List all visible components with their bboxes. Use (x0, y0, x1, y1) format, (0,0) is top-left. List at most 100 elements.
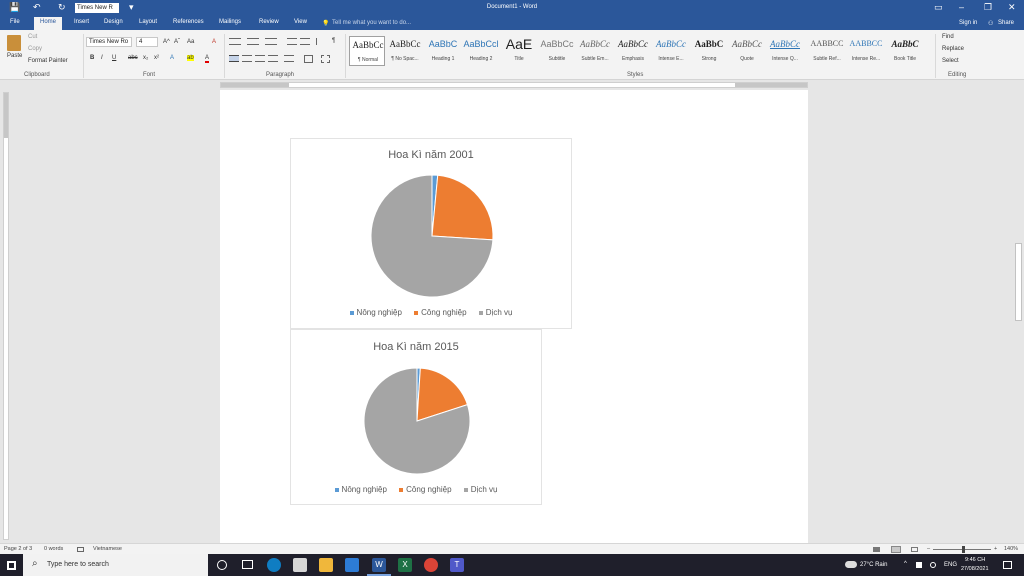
scrollbar-thumb[interactable] (1015, 243, 1022, 321)
weather-text[interactable]: 27°C Rain (860, 562, 887, 568)
tab-layout[interactable]: Layout (139, 19, 157, 25)
grow-font-icon[interactable]: A^ (163, 39, 170, 45)
excel-icon[interactable]: X (398, 558, 412, 572)
underline-button[interactable]: U (112, 55, 116, 61)
style-heading-2[interactable]: AaBbCcl Heading 2 (463, 36, 499, 66)
store-icon[interactable] (293, 558, 307, 572)
align-left-icon[interactable] (229, 55, 239, 62)
proofing-icon[interactable] (77, 547, 84, 552)
cortana-icon[interactable] (217, 560, 227, 570)
close-icon[interactable]: ✕ (1008, 2, 1016, 13)
subscript-button[interactable]: x₂ (143, 55, 148, 61)
zoom-slider-thumb[interactable] (962, 546, 965, 553)
volume-icon[interactable] (916, 562, 922, 568)
style-strong[interactable]: AaBbC Strong (691, 36, 727, 66)
tab-review[interactable]: Review (259, 19, 279, 25)
share-button[interactable]: Share (998, 20, 1014, 26)
style-title[interactable]: AaE Title (501, 36, 537, 66)
style-subtle-emphasis[interactable]: AaBbCc Subtle Em... (577, 36, 613, 66)
increase-indent-icon[interactable] (300, 38, 310, 45)
tell-me-search[interactable]: Tell me what you want to do... (332, 20, 411, 26)
notifications-icon[interactable] (1003, 561, 1012, 569)
page-count[interactable]: Page 2 of 3 (4, 546, 32, 552)
clock-time[interactable]: 9:46 CH (965, 557, 985, 563)
justify-icon[interactable] (268, 55, 278, 62)
format-painter-button[interactable]: Format Painter (28, 58, 68, 64)
tab-references[interactable]: References (173, 19, 204, 25)
shading-icon[interactable] (304, 55, 313, 63)
tell-me-icon[interactable]: 💡 (322, 20, 329, 27)
document-page[interactable]: Hoa Kì năm 2001 Nông nghiệp Công nghiệp … (220, 90, 808, 543)
copy-button[interactable]: Copy (28, 46, 42, 52)
language-indicator[interactable]: Vietnamese (93, 546, 122, 552)
zoom-in-icon[interactable]: + (994, 546, 997, 552)
zoom-out-icon[interactable]: – (927, 546, 930, 552)
decrease-indent-icon[interactable] (287, 38, 297, 45)
font-name-box[interactable]: Times New Ro (86, 37, 132, 47)
text-effects-icon[interactable]: A (170, 55, 174, 61)
tray-chevron-icon[interactable]: ^ (904, 561, 907, 567)
windows-start-icon[interactable] (7, 561, 16, 570)
word-icon[interactable]: W (372, 558, 386, 572)
shrink-font-icon[interactable]: Aˇ (174, 39, 180, 45)
taskbar-search-box[interactable]: ⌕ Type here to search (23, 554, 208, 576)
style-quote[interactable]: AaBbCc Quote (729, 36, 765, 66)
bullets-icon[interactable] (229, 38, 241, 45)
tab-insert[interactable]: Insert (74, 19, 89, 25)
share-icon[interactable]: ⚇ (988, 20, 993, 27)
select-button[interactable]: Select (942, 58, 959, 64)
show-formatting-icon[interactable]: ¶ (332, 38, 335, 44)
style-intense-quote[interactable]: AaBbCc Intense Q... (767, 36, 803, 66)
vertical-ruler[interactable] (3, 92, 9, 540)
paste-button[interactable]: Paste (7, 53, 22, 59)
borders-icon[interactable] (321, 55, 330, 63)
web-layout-icon[interactable] (911, 547, 918, 552)
teams-icon[interactable]: T (450, 558, 464, 572)
style-emphasis[interactable]: AaBbCc Emphasis (615, 36, 651, 66)
style-normal[interactable]: AaBbCc ¶ Normal (349, 36, 385, 66)
tab-home[interactable]: Home (34, 17, 63, 30)
restore-icon[interactable]: ❐ (984, 2, 992, 13)
highlight-icon[interactable]: ab (187, 55, 194, 61)
superscript-button[interactable]: x² (154, 55, 159, 61)
align-center-icon[interactable] (242, 55, 252, 62)
word-count[interactable]: 0 words (44, 546, 63, 552)
read-mode-icon[interactable] (873, 547, 880, 552)
style-intense-emphasis[interactable]: AaBbCc Intense E... (653, 36, 689, 66)
pie-chart-2001[interactable]: Hoa Kì năm 2001 Nông nghiệp Công nghiệp … (290, 138, 572, 329)
sort-icon[interactable] (316, 38, 324, 45)
task-view-icon[interactable] (242, 560, 253, 569)
font-color-icon[interactable]: A (205, 55, 210, 63)
strikethrough-button[interactable]: abc (128, 55, 138, 61)
line-spacing-icon[interactable] (284, 55, 294, 62)
print-layout-icon[interactable] (891, 546, 901, 553)
replace-button[interactable]: Replace (942, 46, 964, 52)
paste-icon[interactable] (7, 35, 21, 51)
network-icon[interactable] (930, 562, 936, 568)
style-no-spacing[interactable]: AaBbCc ¶ No Spac... (387, 36, 423, 66)
pie-chart-2015[interactable]: Hoa Kì năm 2015 Nông nghiệp Công nghiệp … (290, 329, 542, 505)
minimize-icon[interactable]: – (959, 2, 964, 12)
tab-view[interactable]: View (294, 19, 307, 25)
cut-button[interactable]: Cut (28, 34, 37, 40)
font-size-box[interactable]: 4 (136, 37, 158, 47)
tab-design[interactable]: Design (104, 19, 123, 25)
style-book-title[interactable]: AaBbC Book Title (887, 36, 923, 66)
pie-slice-1[interactable] (431, 174, 494, 241)
ruler-strip[interactable] (220, 82, 808, 88)
mail-icon[interactable] (345, 558, 359, 572)
italic-button[interactable]: I (101, 55, 103, 61)
sign-in-link[interactable]: Sign in (959, 20, 977, 26)
input-language[interactable]: ENG (944, 562, 957, 568)
tab-file[interactable]: File (10, 19, 20, 25)
style-subtitle[interactable]: AaBbCc Subtitle (539, 36, 575, 66)
numbering-icon[interactable] (247, 38, 259, 45)
change-case-icon[interactable]: Aa (187, 39, 194, 45)
style-heading-1[interactable]: AaBbC Heading 1 (425, 36, 461, 66)
multilevel-list-icon[interactable] (265, 38, 277, 45)
clock-date[interactable]: 27/08/2021 (961, 566, 989, 572)
find-button[interactable]: Find (942, 34, 954, 40)
style-intense-reference[interactable]: AABBCC Intense Re... (848, 36, 884, 66)
vertical-scrollbar[interactable] (1013, 90, 1024, 543)
align-right-icon[interactable] (255, 55, 265, 62)
